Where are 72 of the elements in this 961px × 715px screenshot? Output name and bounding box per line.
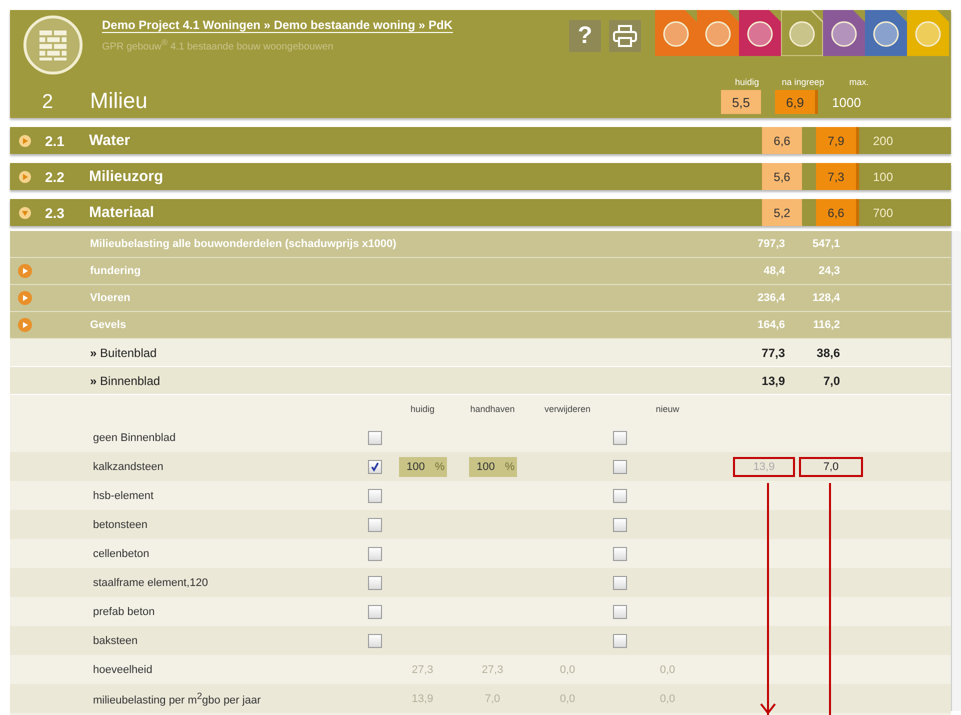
max-score: 200 (873, 132, 894, 150)
max-score: 700 (873, 204, 894, 222)
current-score: 6,6 (762, 127, 802, 154)
section-number: 2.1 (45, 132, 66, 148)
score-label: huidig (734, 77, 760, 87)
section-row[interactable]: 2.3 Materiaal 5,2 6,6 700 (10, 199, 951, 226)
table-cell-text: 0,0 (558, 664, 576, 676)
table-cell: 7,0 (799, 456, 863, 476)
option-label: betonsteen (92, 518, 148, 530)
option-label: hsb-element (92, 490, 154, 502)
table-cell-text: 13,9 (410, 692, 434, 704)
after-score: 6,6 (816, 199, 859, 226)
option-label: staalframe element,120 (92, 576, 208, 588)
table-cell-text: 0,0 (658, 692, 676, 704)
section-title: Milieuzorg (89, 168, 164, 185)
table-cell-text: 0,0 (658, 664, 676, 676)
after-score: 7,9 (816, 127, 859, 154)
option-label: geen Binnenblad (92, 432, 176, 444)
table-cell: 13,9 (733, 456, 795, 476)
max-score: 1000 (832, 94, 862, 112)
table-cell-text: 7,0 (484, 692, 502, 704)
after-score: 6,9 (775, 90, 818, 114)
percentage-field[interactable]: 100 % (398, 456, 446, 476)
column-header: huidig (409, 404, 436, 414)
table-cell-text: 164,6 (757, 319, 786, 331)
table-cell-text: 547,1 (811, 238, 840, 250)
row-label: Gevels (90, 319, 126, 331)
option-label: prefab beton (92, 606, 155, 618)
current-score: 5,2 (762, 199, 802, 226)
section-row[interactable]: 2.2 Milieuzorg 5,6 7,3 100 (10, 163, 951, 190)
table-cell-text: 27,3 (480, 664, 504, 676)
table-cell-text: 236,4 (757, 292, 786, 304)
product-subtitle: GPR gebouw$^{®}$ 4.1 bestaande bouw woongebouwen (102, 37, 334, 52)
current-score: 5,5 (721, 90, 761, 114)
table-cell-text: 128,4 (811, 292, 840, 304)
section-row[interactable]: 2.1 Water 6,6 7,9 200 (10, 127, 951, 154)
table-cell-text: 0,0 (558, 692, 576, 704)
option-label: baksteen (92, 634, 138, 646)
table-cell-text: 7,0 (822, 374, 840, 388)
score-label: na ingreep (780, 77, 826, 87)
table-cell-text: 48,4 (764, 265, 786, 277)
max-score: 100 (873, 168, 894, 186)
table-cell-text: 38,6 (816, 346, 840, 360)
row-label: » Binnenblad (90, 374, 160, 388)
option-label: cellenbeton (92, 548, 150, 560)
chapter-number: 2 (42, 91, 54, 114)
total-label: hoeveelheid (92, 664, 152, 676)
after-score: 7,3 (816, 163, 859, 190)
section-number: 2.2 (45, 168, 66, 184)
percentage-field[interactable]: 100 % (468, 456, 516, 476)
column-header: handhaven (469, 404, 516, 414)
row-label: Vloeren (90, 292, 130, 304)
total-label: milieubelasting per m$^{2}$gbo per jaar (92, 690, 261, 706)
table-cell-text: 77,3 (762, 346, 786, 360)
table-cell-text: 24,3 (818, 265, 840, 277)
section-title: Materiaal (89, 204, 156, 221)
current-score: 5,6 (762, 163, 802, 190)
section-title: Water (89, 132, 132, 149)
row-label: Milieubelasting alle bouwonderdelen (schaduwprijs x1000) (90, 238, 396, 250)
table-cell-text: 116,2 (812, 319, 840, 331)
column-header: nieuw (654, 404, 680, 414)
help-button[interactable]: ? (569, 20, 601, 52)
table-cell-text: 797,3 (757, 238, 786, 250)
option-label: kalkzandsteen (92, 460, 164, 472)
row-label: » Buitenblad (90, 346, 157, 360)
table-cell-text: 13,9 (762, 374, 786, 388)
row-label: fundering (90, 265, 141, 277)
section-number: 2.3 (45, 204, 66, 220)
chapter-title: Milieu (90, 88, 148, 114)
column-header: verwijderen (543, 404, 592, 414)
table-cell-text: 27,3 (410, 664, 434, 676)
score-label: max. (848, 77, 870, 87)
